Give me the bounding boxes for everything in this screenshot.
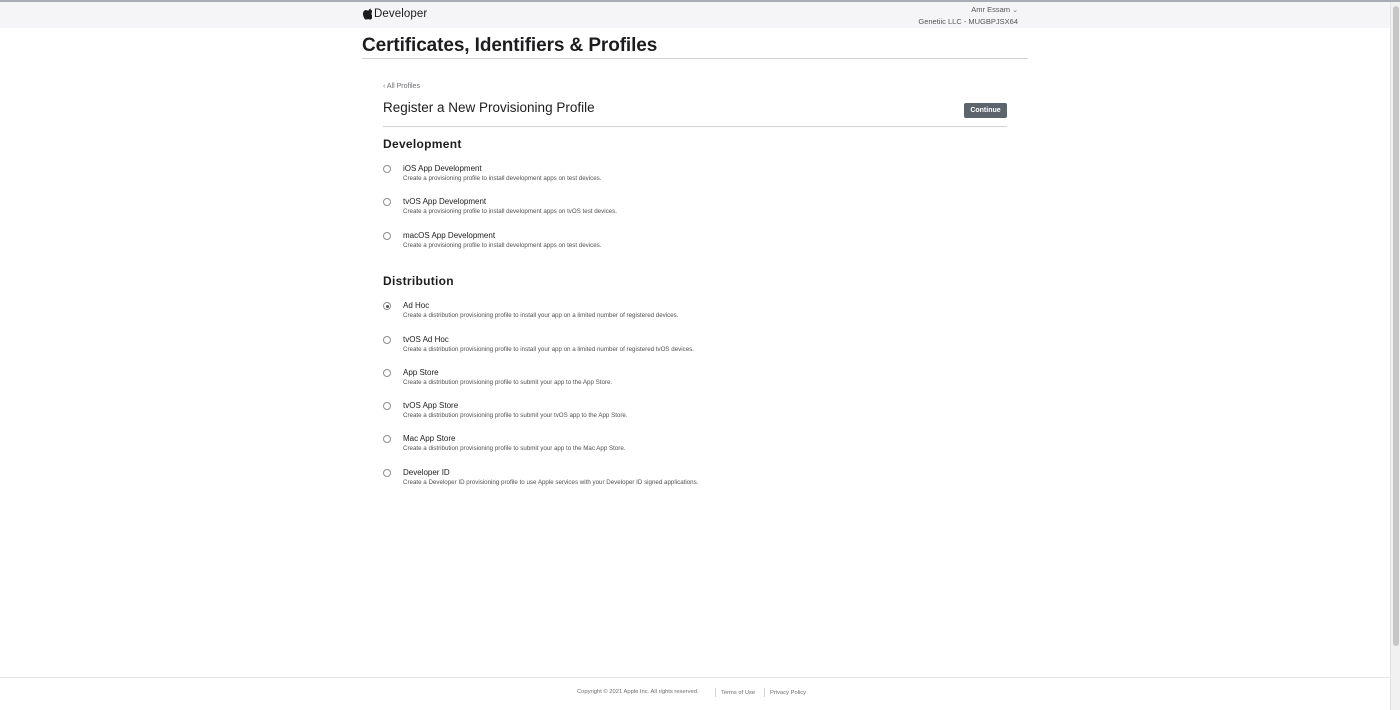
option-label: iOS App Development [403, 164, 482, 173]
option-label: macOS App Development [403, 231, 496, 240]
radio-ad-hoc[interactable] [383, 302, 391, 310]
option-description: Create a distribution provisioning profi… [403, 412, 628, 419]
radio-ios-app-development[interactable] [383, 165, 391, 173]
option-label: Developer ID [403, 468, 450, 477]
all-profiles-back-link[interactable]: ‹ All Profiles [383, 83, 420, 90]
scrollbar-thumb[interactable] [1393, 6, 1399, 646]
radio-tvos-app-development[interactable] [383, 198, 391, 206]
continue-button[interactable]: Continue [964, 103, 1007, 118]
option-description: Create a provisioning profile to install… [403, 175, 602, 182]
account-name: Amr Essam [971, 5, 1011, 14]
footer-divider [0, 677, 1390, 678]
brand-label: Developer [374, 8, 428, 20]
option-description: Create a distribution provisioning profi… [403, 312, 679, 319]
radio-tvos-ad-hoc[interactable] [383, 336, 391, 344]
option-developer-id[interactable]: Developer ID Create a Developer ID provi… [383, 468, 1023, 494]
page-title: Certificates, Identifiers & Profiles [362, 35, 658, 56]
option-ad-hoc[interactable]: Ad Hoc Create a distribution provisionin… [383, 301, 1023, 327]
global-nav: Developer Amr Essam ⌄ Genetiic LLC - MUG… [0, 2, 1390, 28]
form-divider [383, 126, 1007, 127]
option-description: Create a distribution provisioning profi… [403, 346, 694, 353]
developer-home-link[interactable]: Developer [362, 8, 427, 20]
option-label: tvOS App Store [403, 401, 459, 410]
option-description: Create a Developer ID provisioning profi… [403, 479, 699, 486]
title-divider [362, 58, 1028, 59]
option-mac-app-store[interactable]: Mac App Store Create a distribution prov… [383, 434, 1023, 460]
form-title: Register a New Provisioning Profile [383, 100, 595, 115]
account-menu[interactable]: Amr Essam ⌄ Genetiic LLC - MUGBPJSX64 [918, 4, 1018, 27]
option-tvos-app-development[interactable]: tvOS App Development Create a provisioni… [383, 197, 1023, 223]
page-scrollbar[interactable] [1390, 2, 1400, 710]
option-label: Mac App Store [403, 434, 456, 443]
option-app-store[interactable]: App Store Create a distribution provisio… [383, 368, 1023, 394]
option-description: Create a provisioning profile to install… [403, 208, 617, 215]
option-description: Create a distribution provisioning profi… [403, 445, 626, 452]
option-tvos-ad-hoc[interactable]: tvOS Ad Hoc Create a distribution provis… [383, 335, 1023, 361]
radio-app-store[interactable] [383, 369, 391, 377]
option-description: Create a provisioning profile to install… [403, 242, 602, 249]
account-team: Genetiic LLC - MUGBPJSX64 [918, 17, 1018, 26]
footer: Copyright © 2021 Apple Inc. All rights r… [0, 688, 1390, 699]
option-label: tvOS Ad Hoc [403, 335, 449, 344]
option-description: Create a distribution provisioning profi… [403, 379, 613, 386]
option-label: tvOS App Development [403, 197, 487, 206]
option-tvos-app-store[interactable]: tvOS App Store Create a distribution pro… [383, 401, 1023, 427]
option-ios-app-development[interactable]: iOS App Development Create a provisionin… [383, 164, 1023, 190]
option-macos-app-development[interactable]: macOS App Development Create a provision… [383, 231, 1023, 257]
chevron-down-icon: ⌄ [1012, 7, 1018, 14]
option-label: Ad Hoc [403, 301, 430, 310]
footer-separator [764, 688, 765, 697]
radio-tvos-app-store[interactable] [383, 402, 391, 410]
terms-of-use-link[interactable]: Terms of Use [721, 690, 755, 696]
copyright-text: Copyright © 2021 Apple Inc. All rights r… [577, 689, 699, 695]
footer-separator [715, 688, 716, 697]
privacy-policy-link[interactable]: Privacy Policy [770, 690, 806, 696]
section-title-distribution: Distribution [383, 274, 454, 288]
option-label: App Store [403, 368, 439, 377]
apple-logo-icon [362, 8, 372, 20]
radio-developer-id[interactable] [383, 469, 391, 477]
radio-macos-app-development[interactable] [383, 232, 391, 240]
section-title-development: Development [383, 137, 462, 151]
radio-mac-app-store[interactable] [383, 435, 391, 443]
